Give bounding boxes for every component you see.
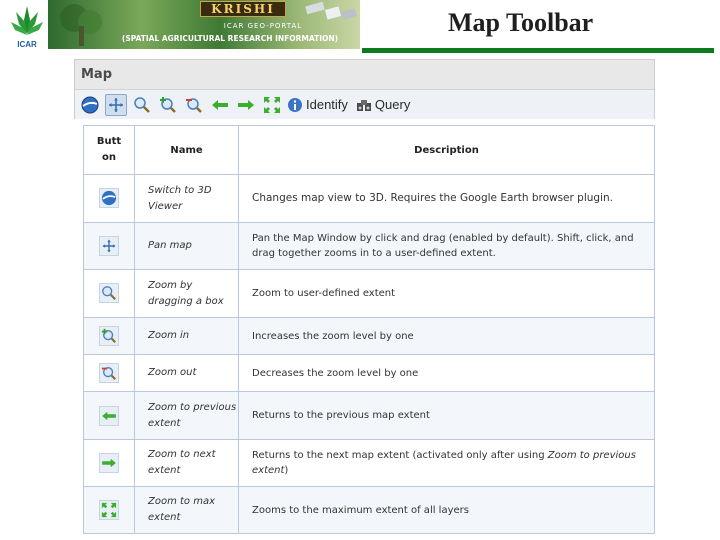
zoom-out-icon [99, 362, 119, 383]
table-row: Switch to 3D Viewer Changes map view to … [83, 174, 655, 223]
row-description-tail: ) [284, 465, 289, 476]
zoom-max-icon[interactable] [261, 94, 283, 116]
table-row: Zoom in Increases the zoom level by one [83, 317, 655, 355]
icar-logo: ICAR [6, 2, 48, 50]
zoom-in-icon[interactable] [157, 94, 179, 116]
table-row: Zoom to next extent Returns to the next … [83, 439, 655, 487]
identify-button[interactable]: Identify [287, 97, 348, 113]
banner-subtitle: ICAR GEO-PORTAL [223, 22, 303, 30]
google-earth-icon[interactable] [79, 94, 101, 116]
zoom-box-icon[interactable] [131, 94, 153, 116]
identify-label: Identify [306, 97, 348, 112]
zoom-in-icon [99, 325, 119, 346]
arrow-right-icon [99, 453, 119, 473]
map-panel: Map Identify Query [74, 59, 655, 119]
pan-icon [99, 236, 119, 256]
pan-icon[interactable] [105, 93, 127, 116]
banner-tagline: (SPATIAL AGRICULTURAL RESEARCH INFORMATI… [121, 34, 339, 43]
row-name: Zoom in [134, 317, 239, 355]
query-icon [356, 99, 371, 111]
row-description: Zooms to the maximum extent of all layer… [238, 486, 655, 534]
row-name: Pan map [134, 222, 239, 270]
row-name: Zoom to max extent [134, 486, 239, 534]
query-label: Query [374, 97, 411, 112]
table-row: Pan map Pan the Map Window by click and … [83, 222, 655, 270]
row-description: Returns to the previous map extent [238, 391, 655, 440]
info-icon [288, 97, 302, 112]
banner-title: KRISHI [200, 1, 286, 17]
row-name: Zoom by dragging a box [134, 269, 239, 318]
tree-graphic [60, 4, 102, 46]
table-row: Zoom to max extent Zooms to the maximum … [83, 486, 655, 534]
arrow-right-icon[interactable] [235, 94, 257, 116]
query-button[interactable]: Query [356, 97, 410, 112]
toolbar-description-table: Butt on Name Description Switch to 3D Vi… [83, 125, 655, 534]
table-row: Zoom to previous extent Returns to the p… [83, 391, 655, 440]
table-row: Zoom by dragging a box Zoom to user-defi… [83, 269, 655, 318]
row-name: Switch to 3D Viewer [134, 174, 239, 223]
title-divider [362, 48, 714, 53]
map-panel-title: Map [75, 60, 654, 90]
row-description: Zoom to user-defined extent [238, 269, 655, 318]
row-description: Changes map view to 3D. Requires the Goo… [238, 174, 655, 223]
krishi-banner: KRISHI ICAR GEO-PORTAL (SPATIAL AGRICULT… [48, 0, 360, 49]
logo-caption: ICAR [17, 40, 37, 49]
row-name: Zoom to next extent [134, 439, 239, 487]
arrow-left-icon[interactable] [209, 94, 231, 116]
column-header-button: Butt on [83, 125, 135, 175]
column-header-description: Description [238, 125, 655, 175]
zoom-max-icon [99, 499, 119, 520]
row-description-text: Returns to the next map extent (activate… [252, 450, 548, 461]
column-header-name: Name [134, 125, 239, 175]
row-name: Zoom to previous extent [134, 391, 239, 440]
row-name: Zoom out [134, 354, 239, 392]
table-row: Zoom out Decreases the zoom level by one [83, 354, 655, 392]
arrow-left-icon [99, 405, 119, 426]
row-description: Returns to the next map extent (activate… [238, 439, 655, 487]
row-description: Increases the zoom level by one [238, 317, 655, 355]
google-earth-icon [99, 188, 119, 208]
page-title: Map Toolbar [448, 8, 594, 37]
zoom-out-icon[interactable] [183, 94, 205, 116]
zoom-box-icon [99, 283, 119, 303]
table-header-row: Butt on Name Description [83, 125, 655, 175]
map-toolbar: Identify Query [75, 90, 654, 119]
row-description: Decreases the zoom level by one [238, 354, 655, 392]
row-description: Pan the Map Window by click and drag (en… [238, 222, 655, 270]
